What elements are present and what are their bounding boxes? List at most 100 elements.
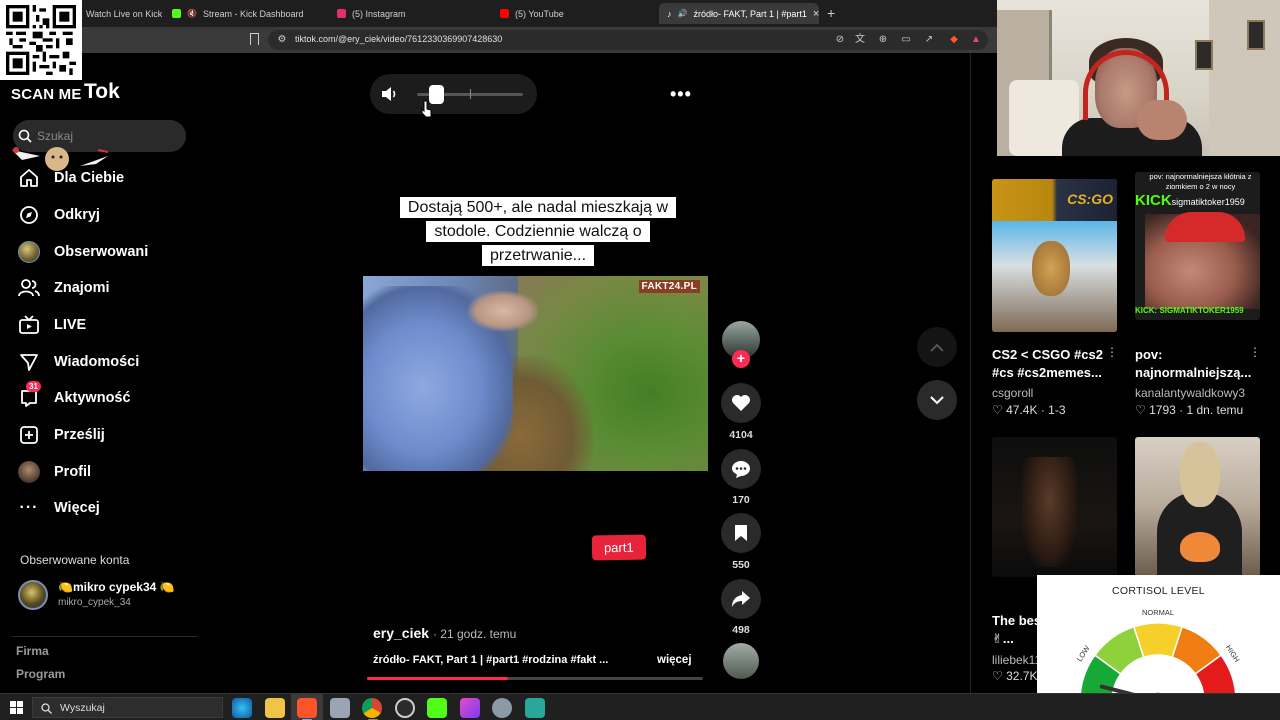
windows-start-icon[interactable] <box>10 701 23 714</box>
feed-title-1[interactable]: CS2 < CSGO #cs2 #cs #cs2memes... <box>992 346 1117 382</box>
feed-author-1[interactable]: csgoroll <box>992 386 1033 400</box>
speaker-icon[interactable] <box>381 86 399 102</box>
feed-stats-2: ♡ 1793 · 1 dn. temu <box>1135 403 1244 417</box>
heart-icon <box>732 395 750 411</box>
comment-button[interactable] <box>721 449 761 489</box>
nav-activity[interactable]: 31 Aktywność <box>18 381 131 410</box>
nav-label: Prześlij <box>54 427 105 443</box>
more-button[interactable]: więcej <box>657 654 692 666</box>
address-bar[interactable]: ⚙ tiktok.com/@ery_ciek/video/76123303699… <box>268 30 988 50</box>
thumb-pov-text: pov: najnormalniejsza kłótnia z ziomkiem… <box>1149 172 1252 191</box>
save-count: 550 <box>732 559 750 571</box>
share-count: 498 <box>732 624 750 636</box>
obs-icon[interactable] <box>395 698 415 718</box>
tab-kick-live[interactable]: Watch Live on Kick <box>86 3 166 24</box>
scan-me-label: SCAN ME <box>11 86 82 103</box>
video-author-row: ery_ciek · 21 godz. temu <box>373 625 516 641</box>
video-player[interactable]: FAKT24.PL <box>363 276 708 471</box>
tab-kick-dashboard[interactable]: 🔇 Stream - Kick Dashboard <box>172 3 327 24</box>
part-sticker: part1 <box>591 534 646 561</box>
site-info-icon[interactable]: ⚙ <box>276 34 288 46</box>
feed-author-2[interactable]: kanalantywaldkowy3 <box>1135 386 1245 400</box>
video-description: źródło- FAKT, Part 1 | #part1 #rodzina #… <box>373 654 609 666</box>
video-author[interactable]: ery_ciek <box>373 625 429 641</box>
save-button[interactable] <box>721 513 761 553</box>
chrome-icon[interactable] <box>362 698 382 718</box>
tab-tiktok-active[interactable]: ♪ 🔊 źródło- FAKT, Part 1 | #part1 × <box>659 3 819 24</box>
nav-more[interactable]: ··· Więcej <box>18 496 100 520</box>
nav-upload[interactable]: Prześlij <box>18 423 105 447</box>
video-options-icon[interactable]: ••• <box>670 84 692 105</box>
share-arrow-icon <box>732 591 750 607</box>
new-tab-button[interactable]: + <box>827 5 835 21</box>
nav-label: Wiadomości <box>54 354 140 370</box>
follow-plus-icon[interactable]: + <box>732 350 750 368</box>
nav-following[interactable]: Obserwowani <box>18 240 148 264</box>
nav-for-you[interactable]: Dla Ciebie <box>18 166 124 190</box>
tab-youtube[interactable]: (5) YouTube <box>500 3 650 24</box>
card-menu-icon[interactable]: ⋮ <box>1106 345 1118 359</box>
profile-avatar-icon <box>18 461 40 483</box>
music-disc-icon[interactable] <box>723 643 759 679</box>
zoom-icon[interactable]: ⊕ <box>877 34 889 46</box>
feed-thumbnail-4[interactable] <box>1135 437 1260 577</box>
feed-title-3[interactable]: The bes ✌... <box>992 612 1041 648</box>
qr-code-icon <box>6 5 76 75</box>
nav-profile[interactable]: Profil <box>18 460 91 484</box>
nav-messages[interactable]: Wiadomości <box>18 350 139 374</box>
tab-label: (5) YouTube <box>515 8 564 19</box>
nav-explore[interactable]: Odkryj <box>18 203 100 227</box>
translate-icon[interactable]: 文 <box>854 34 866 46</box>
tab-label: (5) Instagram <box>352 8 406 19</box>
speaker-icon: 🔊 <box>677 9 688 18</box>
volume-tick <box>470 89 471 99</box>
footer-link-company[interactable]: Firma <box>16 644 49 658</box>
friends-icon <box>18 277 40 299</box>
feed-author-3[interactable]: liliebek11 <box>992 653 1041 667</box>
creative-app-icon[interactable] <box>460 698 480 718</box>
video-progress-fill <box>367 677 509 680</box>
cast-icon[interactable]: ▭ <box>900 34 912 46</box>
video-progress-bar[interactable] <box>367 677 703 680</box>
address-bar-row: ⚙ tiktok.com/@ery_ciek/video/76123303699… <box>0 27 997 53</box>
brave-rewards-icon[interactable]: ▲ <box>970 34 982 46</box>
next-video-button[interactable] <box>917 380 957 420</box>
close-tab-icon[interactable]: × <box>813 8 819 20</box>
avatar <box>18 580 48 610</box>
no-translate-icon[interactable]: ⊘ <box>834 34 846 46</box>
tiktok-logo[interactable]: Tok <box>84 80 120 104</box>
file-explorer-icon[interactable] <box>265 698 285 718</box>
footer-link-program[interactable]: Program <box>16 667 65 681</box>
brave-shield-icon[interactable]: ◆ <box>948 34 960 46</box>
url-text: tiktok.com/@ery_ciek/video/7612330369907… <box>295 34 503 44</box>
followed-account-name: 🍋mikro cypek34 🍋 <box>58 580 175 594</box>
feed-thumbnail-2[interactable]: pov: najnormalniejsza kłótnia z ziomkiem… <box>1135 172 1260 320</box>
nav-friends[interactable]: Znajomi <box>18 276 110 300</box>
followed-account-item[interactable]: 🍋mikro cypek34 🍋 mikro_cypek_34 <box>18 580 175 610</box>
feed-divider <box>970 53 971 693</box>
edge-icon[interactable] <box>232 698 252 718</box>
nav-live[interactable]: LIVE <box>18 313 86 337</box>
monitor-app-icon[interactable] <box>525 698 545 718</box>
share-button[interactable] <box>721 579 761 619</box>
browser-tab-bar: Watch Live on Kick 🔇 Stream - Kick Dashb… <box>0 0 997 27</box>
thumb-bottom-text: KICK: SIGMATIKTOKER1959 <box>1135 306 1244 315</box>
video-time: · 21 godz. temu <box>432 627 517 641</box>
chevron-up-icon <box>930 343 944 352</box>
feed-thumbnail-3[interactable] <box>992 437 1117 577</box>
brave-icon[interactable] <box>297 698 317 718</box>
like-button[interactable] <box>721 383 761 423</box>
feed-title-2[interactable]: pov: najnormalniejszą... <box>1135 346 1255 382</box>
previous-video-button[interactable] <box>917 327 957 367</box>
tab-instagram[interactable]: (5) Instagram <box>337 3 487 24</box>
app-icon[interactable] <box>330 698 350 718</box>
volume-control[interactable] <box>370 74 537 114</box>
feed-thumbnail-1[interactable]: CS:GO <box>992 179 1117 332</box>
upload-icon <box>18 424 40 446</box>
bookmark-icon[interactable] <box>250 33 259 45</box>
utility-icon[interactable] <box>492 698 512 718</box>
taskbar-search[interactable]: Wyszukaj <box>32 697 223 718</box>
kick-app-icon[interactable] <box>427 698 447 718</box>
card-menu-icon[interactable]: ⋮ <box>1249 345 1261 359</box>
share-icon[interactable]: ↗ <box>923 34 935 46</box>
